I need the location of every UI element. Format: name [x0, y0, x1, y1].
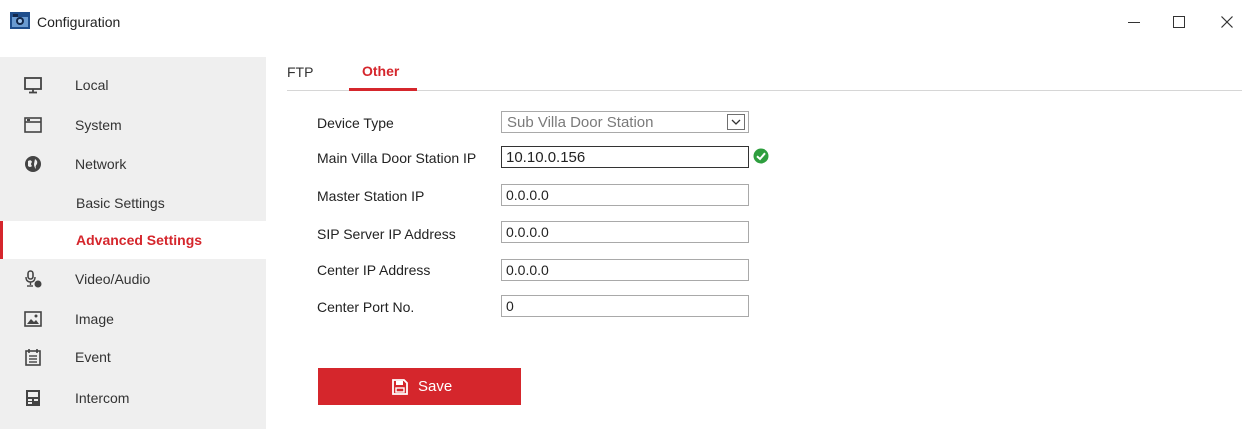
- sidebar-item-label: Basic Settings: [76, 195, 165, 211]
- maximize-button[interactable]: [1164, 8, 1194, 36]
- microphone-icon: [25, 270, 42, 288]
- maximize-icon: [1173, 16, 1185, 28]
- dropdown-button[interactable]: [727, 114, 745, 130]
- minimize-button[interactable]: [1119, 8, 1149, 36]
- check-circle-icon: [753, 148, 769, 164]
- main-villa-ip-input[interactable]: [501, 146, 749, 168]
- tab-label: Other: [362, 63, 400, 79]
- sidebar-item-network[interactable]: Network: [0, 145, 266, 183]
- tab-bar: FTP Other: [287, 58, 1242, 91]
- sidebar-item-system[interactable]: System: [0, 106, 266, 144]
- sidebar: Local System Network Basic Settings Adva…: [0, 57, 266, 429]
- sip-server-ip-label: SIP Server IP Address: [317, 226, 456, 242]
- master-station-ip-label: Master Station IP: [317, 188, 425, 204]
- sip-server-ip-input[interactable]: [501, 221, 749, 243]
- sidebar-item-basic-settings[interactable]: Basic Settings: [0, 184, 266, 222]
- master-station-ip-input[interactable]: [501, 184, 749, 206]
- minimize-icon: [1128, 22, 1140, 23]
- sidebar-item-image[interactable]: Image: [0, 300, 266, 338]
- close-button[interactable]: [1212, 8, 1242, 36]
- device-type-label: Device Type: [317, 115, 394, 131]
- sidebar-item-label: Intercom: [75, 390, 130, 406]
- sidebar-item-event[interactable]: Event: [0, 338, 266, 376]
- sidebar-item-label: Advanced Settings: [76, 232, 203, 248]
- globe-icon: [25, 156, 41, 172]
- device-type-select[interactable]: Sub Villa Door Station: [501, 111, 749, 133]
- calendar-icon: [25, 349, 41, 366]
- tab-label: FTP: [287, 64, 314, 80]
- save-label: Save: [418, 378, 453, 395]
- device-type-value: Sub Villa Door Station: [507, 114, 654, 131]
- sidebar-item-local[interactable]: Local: [0, 66, 266, 104]
- sidebar-item-label: Local: [75, 77, 109, 93]
- save-button[interactable]: Save: [318, 368, 521, 405]
- camera-app-icon: [10, 12, 30, 29]
- intercom-icon: [26, 390, 40, 406]
- image-icon: [24, 311, 42, 327]
- sidebar-item-label: Event: [75, 349, 111, 365]
- sidebar-item-label: Image: [75, 311, 114, 327]
- center-port-label: Center Port No.: [317, 299, 415, 315]
- sidebar-item-advanced-settings[interactable]: Advanced Settings: [0, 221, 266, 259]
- title-bar: Configuration: [0, 0, 1242, 44]
- center-ip-input[interactable]: [501, 259, 749, 281]
- tab-other[interactable]: Other: [349, 58, 417, 91]
- sidebar-item-video-audio[interactable]: Video/Audio: [0, 260, 266, 298]
- tab-ftp[interactable]: FTP: [287, 58, 327, 91]
- system-window-icon: [24, 117, 42, 133]
- floppy-disk-icon: [392, 379, 408, 395]
- center-port-input[interactable]: [501, 295, 749, 317]
- main-villa-ip-label: Main Villa Door Station IP: [317, 150, 477, 166]
- sidebar-item-label: Video/Audio: [75, 271, 151, 287]
- monitor-icon: [24, 77, 42, 94]
- chevron-down-icon: [731, 119, 741, 125]
- sidebar-item-intercom[interactable]: Intercom: [0, 379, 266, 417]
- sidebar-item-label: System: [75, 117, 122, 133]
- close-icon: [1221, 16, 1233, 28]
- sidebar-item-label: Network: [75, 156, 127, 172]
- window-title: Configuration: [37, 14, 121, 30]
- center-ip-label: Center IP Address: [317, 262, 431, 278]
